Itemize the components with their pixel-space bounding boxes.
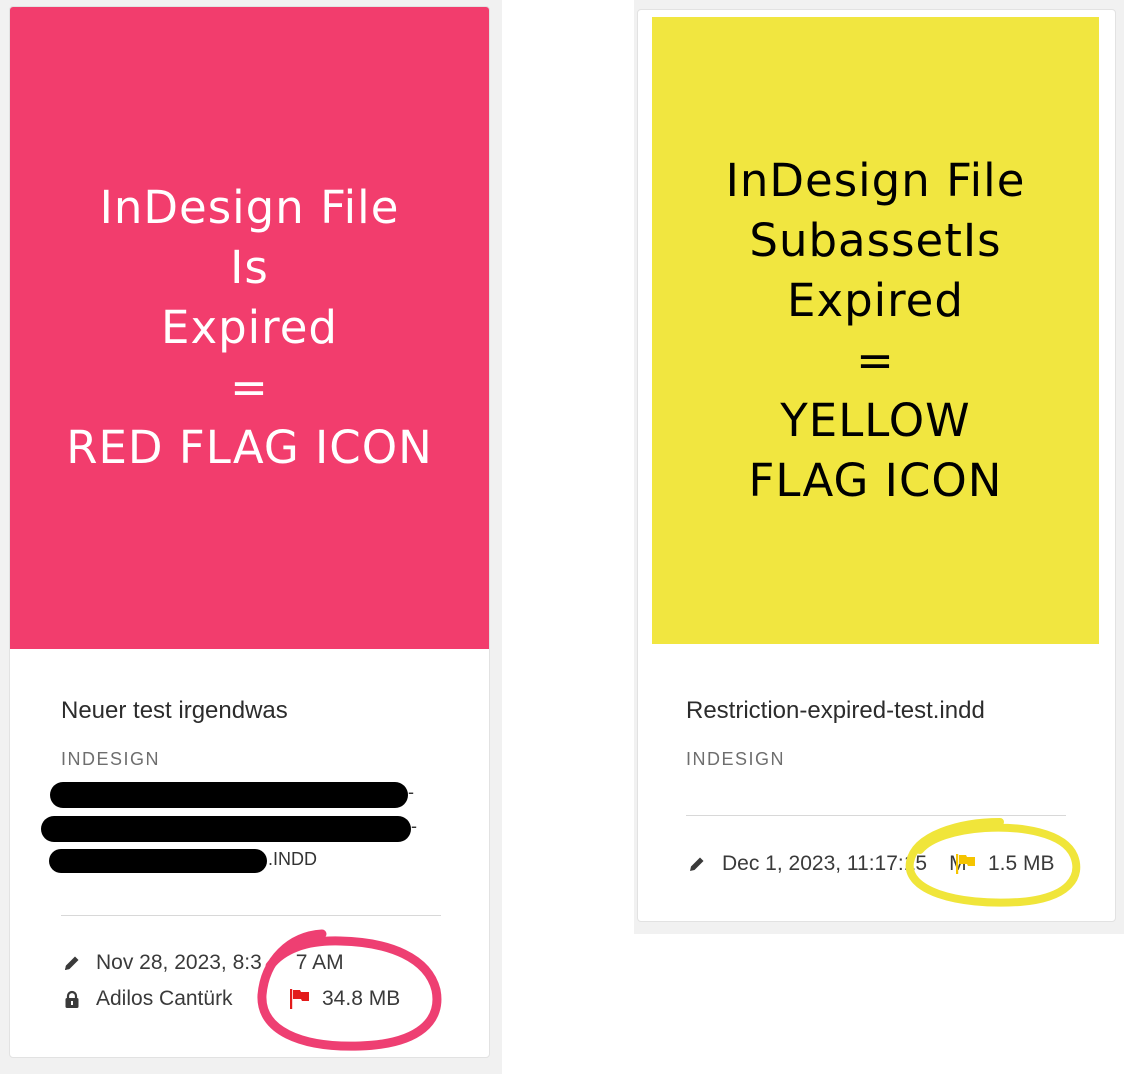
- thumbnail-line: Expired: [161, 301, 338, 354]
- card-divider: [61, 915, 441, 916]
- thumbnail-line: =: [230, 361, 269, 414]
- asset-card-right[interactable]: InDesign File SubassetIs Expired = YELLO…: [637, 9, 1116, 922]
- lock-icon: [65, 990, 79, 1008]
- owner-name: Adilos Cantürk: [96, 987, 233, 1010]
- path-tail: .INDD: [268, 849, 317, 869]
- pencil-icon: [65, 956, 79, 970]
- file-size: 1.5 MB: [988, 852, 1055, 875]
- asset-type-label: INDESIGN: [61, 749, 161, 769]
- redacted-path-line-3: [49, 849, 267, 873]
- modified-date: Nov 28, 2023, 8:3 7 AM: [96, 951, 344, 975]
- modified-date-text: Dec 1, 2023, 11:17:15: [722, 852, 928, 875]
- asset-title[interactable]: Restriction-expired-test.indd: [686, 697, 985, 725]
- thumbnail-line: YELLOW: [780, 393, 971, 447]
- redacted-path-line-1: [50, 782, 408, 808]
- thumbnail-line: Is: [230, 241, 269, 294]
- asset-type-label: INDESIGN: [686, 749, 786, 769]
- thumbnail-line: InDesign File: [99, 181, 400, 234]
- thumbnail-line: InDesign File: [725, 153, 1026, 207]
- pencil-icon: [690, 857, 704, 871]
- thumbnail-line: RED FLAG ICON: [66, 421, 433, 474]
- card-divider: [686, 815, 1066, 816]
- file-size: 34.8 MB: [322, 987, 401, 1010]
- path-tail: -: [411, 816, 417, 836]
- yellow-flag-icon: [956, 854, 975, 874]
- red-flag-icon: [290, 989, 309, 1009]
- thumbnail-text: InDesign File Is Expired = RED FLAG ICON: [66, 178, 433, 478]
- thumbnail-line: FLAG ICON: [748, 453, 1003, 507]
- asset-title[interactable]: Neuer test irgendwas: [61, 697, 288, 725]
- path-tail: -: [408, 782, 414, 802]
- thumbnail-text: InDesign File SubassetIs Expired = YELLO…: [726, 151, 1026, 511]
- modified-date-text: Nov 28, 2023, 8:3: [96, 951, 262, 974]
- thumbnail-line: =: [856, 333, 895, 387]
- thumbnail-line: Expired: [787, 273, 964, 327]
- asset-thumbnail[interactable]: InDesign File SubassetIs Expired = YELLO…: [652, 17, 1099, 644]
- modified-date-tail: 7 AM: [295, 951, 344, 974]
- asset-thumbnail[interactable]: InDesign File Is Expired = RED FLAG ICON: [10, 7, 489, 649]
- thumbnail-line: SubassetIs: [749, 213, 1002, 267]
- redacted-path-line-2: [41, 816, 411, 842]
- modified-date: Dec 1, 2023, 11:17:15M: [722, 852, 967, 876]
- asset-card-left[interactable]: InDesign File Is Expired = RED FLAG ICON…: [9, 6, 490, 1058]
